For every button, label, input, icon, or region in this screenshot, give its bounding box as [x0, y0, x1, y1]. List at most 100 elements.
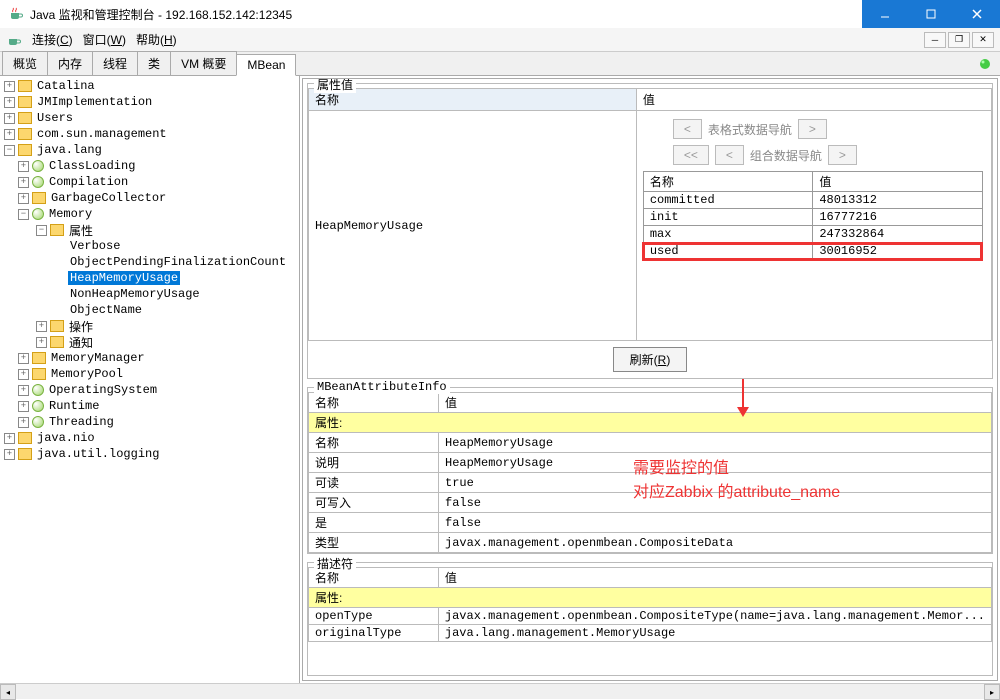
tree-item[interactable]: MemoryManager — [49, 351, 147, 365]
folder-icon — [18, 112, 32, 124]
tree-item[interactable]: java.nio — [35, 431, 97, 445]
tree-item[interactable]: ObjectName — [68, 303, 144, 317]
folder-icon — [50, 320, 64, 332]
tree-item[interactable]: com.sun.management — [35, 127, 169, 141]
expander-icon[interactable]: + — [4, 113, 15, 124]
attr-name-cell[interactable]: HeapMemoryUsage — [309, 111, 637, 341]
tab-threads[interactable]: 线程 — [92, 51, 138, 75]
comp-key[interactable]: used — [643, 243, 813, 260]
comp-key[interactable]: committed — [643, 192, 813, 209]
nav-next-button[interactable]: > — [798, 119, 827, 139]
menu-help[interactable]: 帮助(H) — [136, 31, 177, 48]
expander-icon[interactable]: + — [4, 433, 15, 444]
mbean-tree[interactable]: + Catalina + JMImplementation + Users + com.… — [0, 76, 300, 683]
tree-item[interactable]: Threading — [47, 415, 116, 429]
expander-icon[interactable]: + — [4, 449, 15, 460]
tree-item[interactable]: OperatingSystem — [47, 383, 159, 397]
tree-item[interactable]: ClassLoading — [47, 159, 137, 173]
menu-connection[interactable]: 连接(C) — [32, 31, 73, 48]
expander-icon[interactable]: + — [4, 129, 15, 140]
window-title: Java 监视和管理控制台 - 192.168.152.142:12345 — [30, 6, 862, 23]
expander-icon[interactable]: + — [36, 321, 47, 332]
tree-item[interactable]: JMImplementation — [35, 95, 154, 109]
tree-item[interactable]: Compilation — [47, 175, 130, 189]
comp-key[interactable]: max — [643, 226, 813, 243]
tab-vm[interactable]: VM 概要 — [170, 51, 237, 75]
tree-item[interactable]: MemoryPool — [49, 367, 125, 381]
comp-val[interactable]: 247332864 — [813, 226, 983, 243]
tree-item[interactable]: java.lang — [35, 143, 104, 157]
expander-icon[interactable]: + — [18, 177, 29, 188]
col-value: 值 — [636, 89, 991, 111]
bean-icon — [32, 160, 44, 172]
nav-label-composite: 组合数据导航 — [750, 147, 822, 164]
expander-icon[interactable]: + — [4, 81, 15, 92]
tab-classes[interactable]: 类 — [137, 51, 171, 75]
inner-restore-button[interactable]: ❐ — [948, 32, 970, 48]
bean-icon — [32, 176, 44, 188]
minimize-button[interactable] — [862, 0, 908, 28]
info-key: 名称 — [309, 433, 439, 453]
folder-icon — [32, 352, 46, 364]
tree-item[interactable]: java.util.logging — [35, 447, 161, 461]
menubar: 连接(C) 窗口(W) 帮助(H) ─ ❐ ✕ — [0, 28, 1000, 52]
expander-icon[interactable]: − — [4, 145, 15, 156]
tree-item[interactable]: Runtime — [47, 399, 101, 413]
maximize-button[interactable] — [908, 0, 954, 28]
section-header: 属性: — [309, 588, 992, 608]
tree-item[interactable]: 操作 — [67, 318, 95, 335]
refresh-button[interactable]: 刷新(R) — [613, 347, 688, 372]
folder-icon — [32, 368, 46, 380]
nav-next2-button[interactable]: > — [828, 145, 857, 165]
tree-item[interactable]: GarbageCollector — [49, 191, 168, 205]
inner-close-button[interactable]: ✕ — [972, 32, 994, 48]
expander-icon[interactable]: + — [18, 193, 29, 204]
info-key: 可写入 — [309, 493, 439, 513]
groupbox-title-mbeaninfo: MBeanAttributeInfo — [314, 380, 450, 394]
expander-icon[interactable]: + — [36, 337, 47, 348]
nav-prev-button[interactable]: < — [673, 119, 702, 139]
tree-item[interactable]: Catalina — [35, 79, 97, 93]
expander-icon[interactable]: + — [18, 353, 29, 364]
tree-item[interactable]: Verbose — [68, 239, 122, 253]
info-key: 可读 — [309, 473, 439, 493]
expander-icon[interactable]: + — [18, 385, 29, 396]
nav-prev2-button[interactable]: < — [715, 145, 744, 165]
tree-item[interactable]: ObjectPendingFinalizationCount — [68, 255, 288, 269]
scroll-right-button[interactable]: ▸ — [984, 684, 1000, 700]
comp-col-name: 名称 — [643, 172, 813, 192]
expander-icon[interactable]: + — [18, 161, 29, 172]
comp-val[interactable]: 16777216 — [813, 209, 983, 226]
comp-val[interactable]: 48013312 — [813, 192, 983, 209]
expander-icon[interactable]: + — [18, 401, 29, 412]
tree-item[interactable]: 通知 — [67, 334, 95, 351]
expander-icon[interactable]: + — [4, 97, 15, 108]
inner-minimize-button[interactable]: ─ — [924, 32, 946, 48]
comp-key[interactable]: init — [643, 209, 813, 226]
nav-first-button[interactable]: << — [673, 145, 709, 165]
tree-item[interactable]: Users — [35, 111, 75, 125]
expander-icon[interactable]: + — [18, 417, 29, 428]
expander-icon[interactable]: − — [18, 209, 29, 220]
tree-item[interactable]: 属性 — [67, 222, 95, 239]
scroll-left-button[interactable]: ◂ — [0, 684, 16, 700]
tree-item[interactable]: Memory — [47, 207, 94, 221]
desc-val: javax.management.openmbean.CompositeType… — [438, 608, 991, 625]
info-key: 是 — [309, 513, 439, 533]
tab-mbeans[interactable]: MBean — [236, 54, 296, 76]
tab-memory[interactable]: 内存 — [47, 51, 93, 75]
menu-window[interactable]: 窗口(W) — [83, 31, 126, 48]
comp-val[interactable]: 30016952 — [813, 243, 983, 260]
tree-item[interactable]: NonHeapMemoryUsage — [68, 287, 202, 301]
expander-icon[interactable]: + — [18, 369, 29, 380]
composite-table: 名称值 committed48013312init16777216max2473… — [643, 171, 983, 260]
tree-item-heapmemoryusage[interactable]: HeapMemoryUsage — [68, 271, 180, 285]
horizontal-scrollbar[interactable]: ◂ ▸ — [0, 683, 1000, 699]
close-button[interactable] — [954, 0, 1000, 28]
folder-icon — [50, 336, 64, 348]
info-val: HeapMemoryUsage — [439, 453, 992, 473]
expander-icon[interactable]: − — [36, 225, 47, 236]
tab-overview[interactable]: 概览 — [2, 51, 48, 75]
desc-key: openType — [309, 608, 439, 625]
desc-val: java.lang.management.MemoryUsage — [438, 625, 991, 642]
